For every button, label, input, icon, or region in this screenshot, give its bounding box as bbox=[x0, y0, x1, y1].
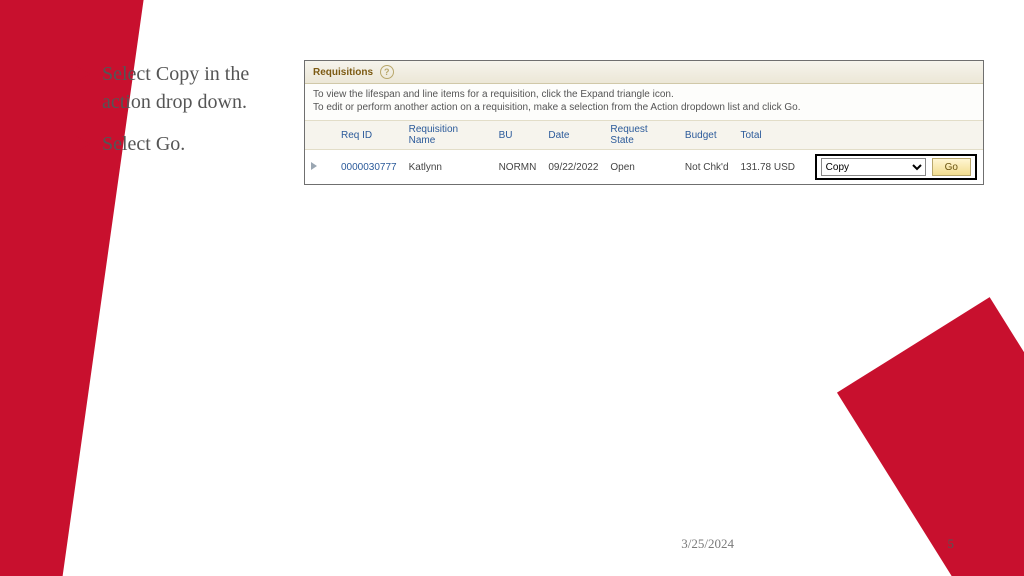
panel-help-text: To view the lifespan and line items for … bbox=[305, 84, 983, 120]
cell-req-state: Open bbox=[604, 150, 679, 185]
requisitions-panel: Requisitions ? To view the lifespan and … bbox=[304, 60, 984, 185]
panel-help-line: To view the lifespan and line items for … bbox=[313, 88, 975, 101]
footer-date: 3/25/2024 bbox=[681, 536, 734, 552]
slide-footer: 3/25/2024 5 bbox=[0, 536, 1024, 552]
instruction-list: Select Copy in the action drop down. Sel… bbox=[76, 60, 276, 172]
instruction-item: Select Copy in the action drop down. bbox=[76, 60, 276, 116]
col-req-state[interactable]: Request State bbox=[604, 121, 679, 150]
requisitions-table: Req ID Requisition Name BU Date Request … bbox=[305, 120, 983, 184]
footer-page-number: 5 bbox=[914, 536, 954, 552]
panel-title-bar: Requisitions ? bbox=[305, 61, 983, 84]
col-date[interactable]: Date bbox=[542, 121, 604, 150]
panel-help-line: To edit or perform another action on a r… bbox=[313, 101, 975, 114]
expand-triangle-icon[interactable] bbox=[311, 162, 317, 170]
cell-bu: NORMN bbox=[493, 150, 543, 185]
red-bottom-right-accent bbox=[837, 297, 1024, 576]
instruction-text: Select Go. bbox=[102, 130, 185, 158]
req-id-link[interactable]: 0000030777 bbox=[341, 162, 397, 173]
instruction-text: Select Copy in the action drop down. bbox=[102, 60, 276, 116]
cell-budget: Not Chk'd bbox=[679, 150, 735, 185]
panel-title-text: Requisitions bbox=[313, 67, 373, 78]
table-header-row: Req ID Requisition Name BU Date Request … bbox=[305, 121, 983, 150]
cell-total: 131.78 USD bbox=[735, 150, 802, 185]
cell-date: 09/22/2022 bbox=[542, 150, 604, 185]
col-budget[interactable]: Budget bbox=[679, 121, 735, 150]
instruction-item: Select Go. bbox=[76, 130, 276, 158]
help-icon[interactable]: ? bbox=[380, 65, 394, 79]
col-req-id[interactable]: Req ID bbox=[335, 121, 403, 150]
col-total[interactable]: Total bbox=[735, 121, 802, 150]
table-row: 0000030777 Katlynn NORMN 09/22/2022 Open… bbox=[305, 150, 983, 185]
cell-req-name: Katlynn bbox=[403, 150, 493, 185]
triangle-bullet-icon bbox=[76, 136, 90, 152]
col-bu[interactable]: BU bbox=[493, 121, 543, 150]
go-button[interactable]: Go bbox=[932, 158, 971, 176]
triangle-bullet-icon bbox=[76, 66, 90, 82]
col-req-name[interactable]: Requisition Name bbox=[403, 121, 493, 150]
slide-content: Select Copy in the action drop down. Sel… bbox=[76, 60, 984, 185]
action-highlight-box: Copy Go bbox=[815, 154, 977, 180]
action-dropdown[interactable]: Copy bbox=[821, 158, 926, 176]
